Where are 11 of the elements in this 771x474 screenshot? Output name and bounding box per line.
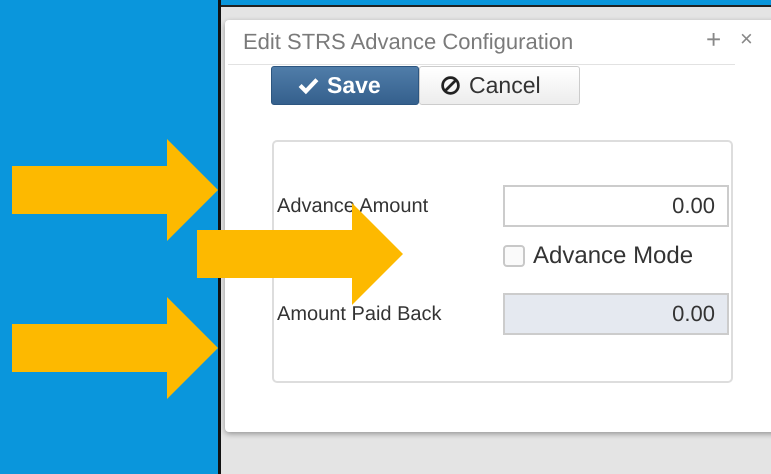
expand-button[interactable]: + <box>706 24 722 55</box>
cancel-button[interactable]: Cancel <box>419 66 580 105</box>
field-label: Advance Amount <box>277 194 430 218</box>
checkbox[interactable] <box>503 245 525 267</box>
field-label: Amount Paid Back <box>277 302 443 326</box>
checkbox-label: Advance Mode <box>533 242 694 270</box>
window-title: Edit STRS Advance Configuration <box>243 29 574 55</box>
ban-icon <box>440 75 461 96</box>
close-button[interactable]: × <box>740 26 753 52</box>
save-button[interactable]: Save <box>271 66 419 105</box>
amount-field[interactable]: 0.00 <box>503 185 729 227</box>
